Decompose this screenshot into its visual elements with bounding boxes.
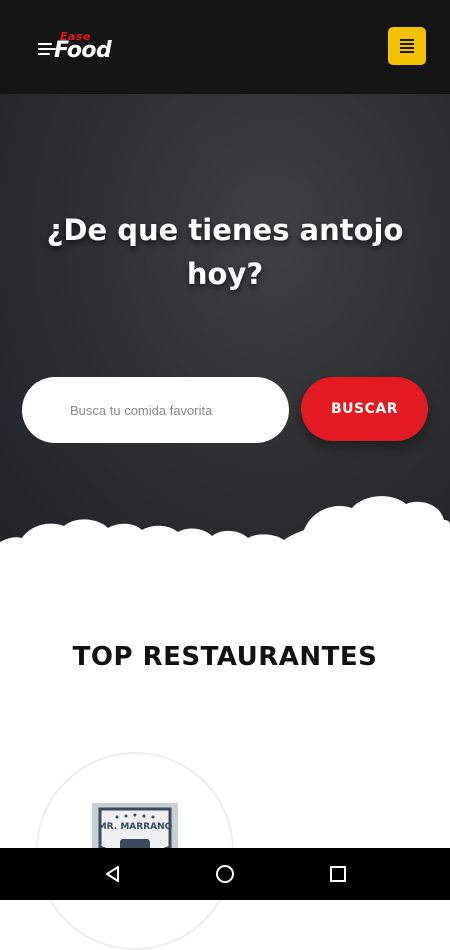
hero-title-line2: hoy?: [186, 257, 264, 291]
system-nav-bar: [0, 848, 450, 900]
restaurant-badge-text: MR. MARRANO: [97, 822, 173, 832]
menu-button[interactable]: [388, 27, 426, 65]
home-circle-icon: [216, 865, 234, 883]
hero-title: ¿De que tienes antojo hoy?: [0, 208, 450, 296]
recents-square-icon: [330, 866, 346, 882]
search-button[interactable]: BUSCAR: [301, 377, 428, 441]
nav-recents-button[interactable]: [308, 848, 368, 900]
back-triangle-icon: [106, 866, 119, 882]
cloud-divider: [0, 496, 450, 580]
section-title: TOP RESTAURANTES: [72, 642, 378, 672]
app-header: Ease Food: [0, 0, 450, 94]
hamburger-icon: [400, 37, 414, 55]
app-logo[interactable]: Ease Food: [38, 30, 118, 70]
search-input[interactable]: [22, 377, 289, 443]
nav-home-button[interactable]: [195, 848, 255, 900]
nav-back-button[interactable]: [83, 848, 143, 900]
hero-title-line1: ¿De que tienes antojo: [46, 213, 404, 247]
logo-big-text: Food: [54, 38, 112, 63]
